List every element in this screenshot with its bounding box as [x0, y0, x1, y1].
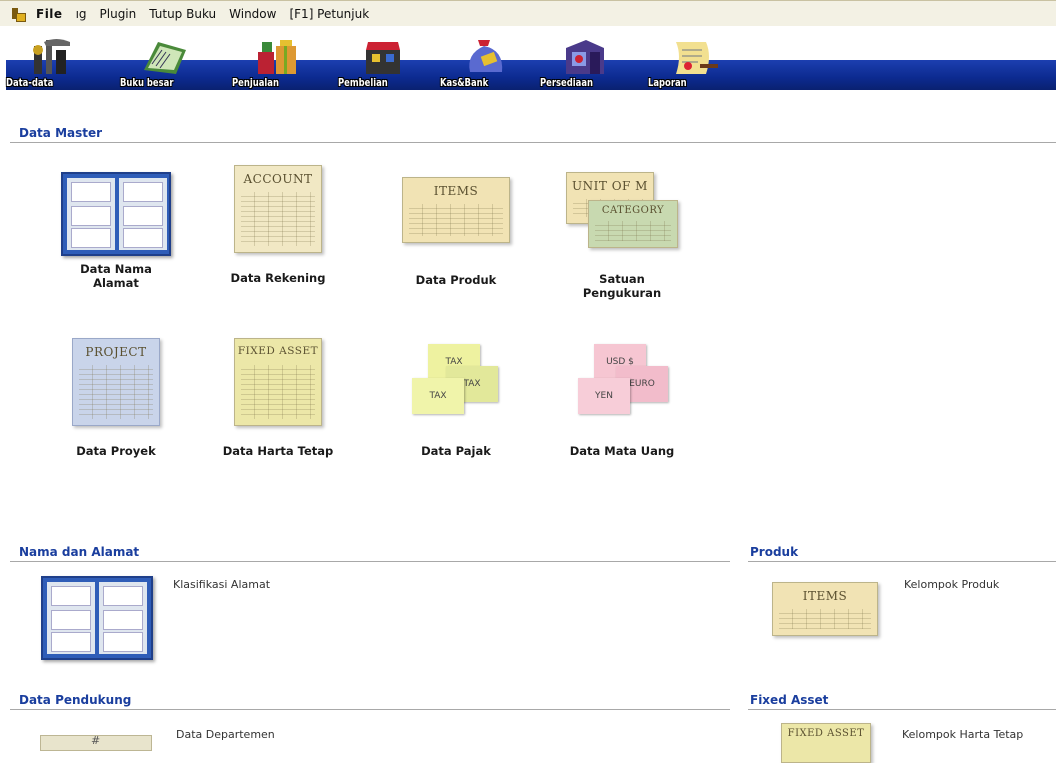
warehouse-icon: [566, 40, 604, 74]
sheet-heading: PROJECT: [85, 345, 147, 359]
toolbar-kas-bank[interactable]: Kas&Bank: [440, 30, 530, 92]
link-data-departemen[interactable]: Data Departemen: [176, 728, 275, 741]
shopping-bag-icon: [366, 42, 400, 74]
menu-setting[interactable]: ıg: [76, 7, 87, 21]
section-divider: [10, 709, 730, 710]
fixed-asset-sheet-icon[interactable]: FIXED ASSET: [781, 723, 871, 763]
tile-caption: Data Mata Uang: [569, 444, 675, 458]
tile-caption: Data Nama Alamat: [80, 262, 152, 290]
toolbar-label: Pembelian: [338, 76, 388, 89]
toolbar-label: Persediaan: [540, 76, 593, 89]
tools-icon: [33, 39, 70, 74]
tile-data-produk[interactable]: ITEMS Data Produk: [386, 177, 526, 287]
menu-bar: File ıg Plugin Tutup Buku Window [F1] Pe…: [0, 0, 1056, 26]
section-title-data-pendukung: Data Pendukung: [19, 693, 132, 707]
category-sheet: CATEGORY: [588, 200, 678, 248]
report-scroll-icon: [676, 42, 718, 74]
tile-data-pajak[interactable]: TAX TAX TAX Data Pajak: [386, 344, 526, 458]
account-sheet-icon: ACCOUNT: [234, 165, 322, 253]
tile-data-mata-uang[interactable]: USD $ EURO YEN Data Mata Uang: [552, 344, 692, 458]
items-sheet-icon[interactable]: ITEMS: [772, 582, 878, 636]
tile-caption: Data Proyek: [76, 444, 156, 458]
menu-window[interactable]: Window: [229, 7, 276, 21]
tile-data-nama-alamat[interactable]: Data Nama Alamat: [46, 172, 186, 290]
sticky-note: YEN: [578, 378, 630, 414]
sheet-heading: ACCOUNT: [243, 172, 313, 186]
toolbar-label: Data-data: [6, 76, 54, 89]
section-divider: [748, 709, 1056, 710]
tile-satuan-pengukuran[interactable]: UNIT OF M CATEGORY Satuan Pengukuran: [552, 172, 692, 300]
sheet-heading: UNIT OF M: [572, 179, 648, 193]
tile-data-proyek[interactable]: PROJECT Data Proyek: [46, 338, 186, 458]
money-bag-icon: [469, 40, 503, 72]
sticky-note: TAX: [412, 378, 464, 414]
tile-caption: Data Rekening: [230, 271, 326, 285]
section-title-produk: Produk: [750, 545, 799, 559]
department-icon[interactable]: #: [40, 735, 152, 751]
sheet-heading: FIXED ASSET: [237, 345, 319, 357]
link-kelompok-harta-tetap[interactable]: Kelompok Harta Tetap: [902, 728, 1023, 741]
tile-data-rekening[interactable]: ACCOUNT Data Rekening: [208, 165, 348, 285]
toolbar-label: Laporan: [648, 76, 687, 89]
section-divider: [10, 561, 730, 562]
toolbar-label: Kas&Bank: [440, 76, 489, 89]
toolbar-penjualan[interactable]: Penjualan: [232, 30, 322, 92]
sheet-heading: ITEMS: [802, 589, 848, 603]
unit-category-icon: UNIT OF M CATEGORY: [566, 172, 678, 248]
address-book-icon[interactable]: [38, 576, 156, 662]
app-logo-icon[interactable]: [10, 7, 26, 22]
link-klasifikasi-alamat[interactable]: Klasifikasi Alamat: [173, 578, 270, 591]
fixed-asset-sheet-icon: FIXED ASSET: [234, 338, 322, 426]
tile-caption: Satuan Pengukuran: [582, 272, 662, 300]
toolbar-data-data[interactable]: Data-data: [6, 30, 96, 92]
tile-caption: Data Produk: [415, 273, 497, 287]
menu-tutup-buku[interactable]: Tutup Buku: [149, 7, 216, 21]
section-title-fixed-asset: Fixed Asset: [750, 693, 829, 707]
menu-file[interactable]: File: [36, 7, 63, 21]
link-kelompok-produk[interactable]: Kelompok Produk: [904, 578, 999, 591]
ledger-icon: [144, 42, 186, 74]
gift-store-icon: [258, 40, 296, 74]
toolbar-persediaan[interactable]: Persediaan: [540, 30, 630, 92]
address-book-icon: [61, 172, 171, 256]
menu-plugin[interactable]: Plugin: [100, 7, 137, 21]
items-sheet-icon: ITEMS: [402, 177, 510, 243]
section-divider: [10, 142, 1056, 143]
tile-caption: Data Harta Tetap: [222, 444, 334, 458]
sheet-heading: FIXED ASSET: [787, 728, 865, 739]
section-divider: [748, 561, 1056, 562]
toolbar-label: Buku besar: [120, 76, 174, 89]
sheet-heading: ITEMS: [433, 184, 479, 198]
tile-caption: Data Pajak: [421, 444, 491, 458]
toolbar-laporan[interactable]: Laporan: [648, 30, 738, 92]
tile-data-harta-tetap[interactable]: FIXED ASSET Data Harta Tetap: [208, 338, 348, 458]
section-title-data-master: Data Master: [19, 126, 103, 140]
toolbar-buku-besar[interactable]: Buku besar: [120, 30, 210, 92]
section-title-nama-alamat: Nama dan Alamat: [19, 545, 140, 559]
currency-notes-icon: USD $ EURO YEN: [572, 344, 672, 420]
tax-notes-icon: TAX TAX TAX: [406, 344, 506, 420]
project-sheet-icon: PROJECT: [72, 338, 160, 426]
toolbar-pembelian[interactable]: Pembelian: [338, 30, 428, 92]
toolbar-label: Penjualan: [232, 76, 279, 89]
module-toolbar: Data-data Buku besar Penjualan Pembelian…: [0, 26, 1056, 96]
sheet-heading: CATEGORY: [601, 205, 665, 216]
menu-help[interactable]: [F1] Petunjuk: [289, 7, 369, 21]
